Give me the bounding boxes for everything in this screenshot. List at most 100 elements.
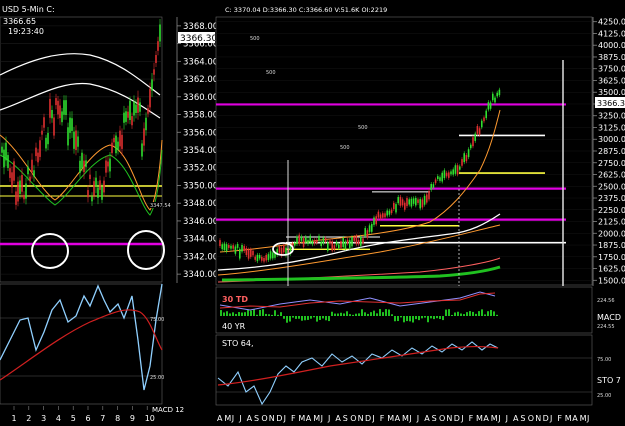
left-candle-body — [157, 41, 159, 51]
right-time-axis: AMJJASONDJFMAMJJASONDJFMAMJJASONDJFMAMJJ… — [217, 414, 589, 423]
right-macd-bar — [388, 309, 390, 316]
right-candle-body — [366, 230, 369, 238]
right-macd-bar — [400, 316, 402, 318]
left-candle-body — [99, 180, 101, 190]
left-axis-tick-label: 3344.00 — [183, 235, 218, 245]
right-candle-body — [294, 242, 296, 246]
left-time-tick-label: 5 — [71, 414, 76, 423]
right-macd-bar — [334, 313, 336, 316]
right-time-tick-label: M — [298, 414, 305, 423]
right-time-tick-label: S — [254, 414, 259, 423]
right-time-tick-label: M — [402, 414, 409, 423]
right-axis-tick-label: 1875.00 — [598, 241, 625, 250]
left-time-tick-label: 1 — [12, 414, 17, 423]
right-time-tick-label: O — [261, 414, 267, 423]
right-candle-body — [485, 110, 487, 119]
right-last-price-label: 3366.30 — [597, 99, 625, 108]
right-candle-body — [318, 235, 320, 241]
right-time-tick-label: A — [217, 414, 223, 423]
right-axis-tick-label: 3750.00 — [598, 65, 625, 74]
right-candle-body — [373, 217, 375, 225]
right-time-tick-label: A — [483, 414, 489, 423]
right-time-tick-label: M — [565, 414, 572, 423]
right-macd-bar — [298, 316, 300, 319]
right-macd-bar — [415, 316, 417, 320]
left-candle-body — [67, 127, 69, 146]
right-candle-body — [397, 197, 399, 204]
right-yr-label: 40 YR — [222, 322, 246, 331]
right-axis-tick-label: 2000.00 — [598, 229, 625, 238]
left-candle-body — [17, 181, 19, 202]
right-candle-body — [404, 202, 406, 210]
left-time-tick-label: 4 — [56, 414, 61, 423]
right-candle-body — [415, 197, 417, 206]
right-candle-body — [239, 249, 241, 259]
left-candle-body — [137, 97, 139, 113]
right-candle-body — [335, 241, 338, 246]
right-candle-body — [461, 159, 463, 166]
left-axis-tick-label: 3340.00 — [183, 270, 218, 280]
left-indicator-tag-25: 25.00 — [150, 375, 164, 381]
right-time-tick-label: F — [380, 414, 385, 423]
right-macd-bar — [478, 311, 480, 316]
left-time-tick-label: 3 — [41, 414, 46, 423]
right-macd-bar — [355, 313, 357, 316]
right-candle-body — [316, 240, 318, 243]
left-candle-body — [59, 105, 61, 119]
right-time-tick-label: J — [283, 414, 286, 423]
right-time-tick-label: S — [343, 414, 348, 423]
right-macd-bar — [460, 313, 462, 316]
right-macd-bar — [289, 316, 291, 322]
right-time-tick-label: N — [535, 414, 541, 423]
left-time-tick-label: 10 — [145, 414, 155, 423]
right-macd-bar — [328, 316, 330, 322]
right-candle-body — [467, 149, 470, 158]
right-time-tick-label: M — [387, 414, 394, 423]
left-candle-body — [5, 142, 7, 161]
left-candle-body — [21, 175, 23, 192]
right-candle-body — [450, 171, 452, 175]
right-time-tick-label: S — [520, 414, 525, 423]
right-macd-bar — [406, 316, 408, 322]
left-axis-tick-label: 3354.00 — [183, 146, 218, 156]
right-macd-bar — [391, 314, 393, 316]
right-time-tick-label: D — [543, 414, 549, 423]
left-candle-body — [109, 158, 111, 172]
right-time-tick-label: J — [497, 414, 500, 423]
right-macd-bar — [283, 316, 285, 319]
right-macd-bar — [358, 313, 360, 316]
left-candle-body — [127, 111, 129, 118]
right-annotation-4: 500 — [340, 145, 350, 151]
right-candle-body — [225, 244, 228, 252]
right-macd-bar — [466, 312, 468, 316]
left-candle-body — [49, 98, 51, 118]
right-time-tick-label: M — [580, 414, 587, 423]
right-axis-tick-label: 1625.00 — [598, 265, 625, 274]
right-macd-bar — [340, 312, 342, 316]
right-candle-body — [302, 238, 305, 247]
right-time-tick-label: N — [446, 414, 452, 423]
right-macd-bar — [295, 316, 297, 319]
left-candle-body — [47, 132, 49, 145]
left-candle-body — [143, 128, 145, 146]
right-candle-body — [432, 184, 435, 188]
right-time-tick-label: O — [528, 414, 534, 423]
right-candle-body — [474, 133, 476, 141]
right-macd-bar — [403, 316, 405, 323]
left-indicator-panel: 75.00 25.00 — [0, 283, 164, 405]
left-axis-tick-label: 3342.00 — [183, 252, 218, 262]
left-candle-body — [83, 160, 85, 173]
right-candle-body — [265, 254, 267, 261]
left-candle-body — [87, 190, 89, 198]
right-candle-body — [388, 210, 391, 215]
left-candle-body — [89, 174, 91, 180]
right-candle-body — [483, 117, 485, 122]
right-candle-body — [228, 245, 230, 248]
right-macd-bar — [442, 316, 444, 321]
right-macd-tick-1: 224.56 — [597, 298, 615, 304]
right-time-tick-label: J — [238, 414, 241, 423]
right-macd-bar — [418, 316, 420, 321]
left-candle-body — [125, 111, 127, 122]
right-candle-body — [377, 211, 380, 218]
right-time-tick-label: J — [320, 414, 323, 423]
